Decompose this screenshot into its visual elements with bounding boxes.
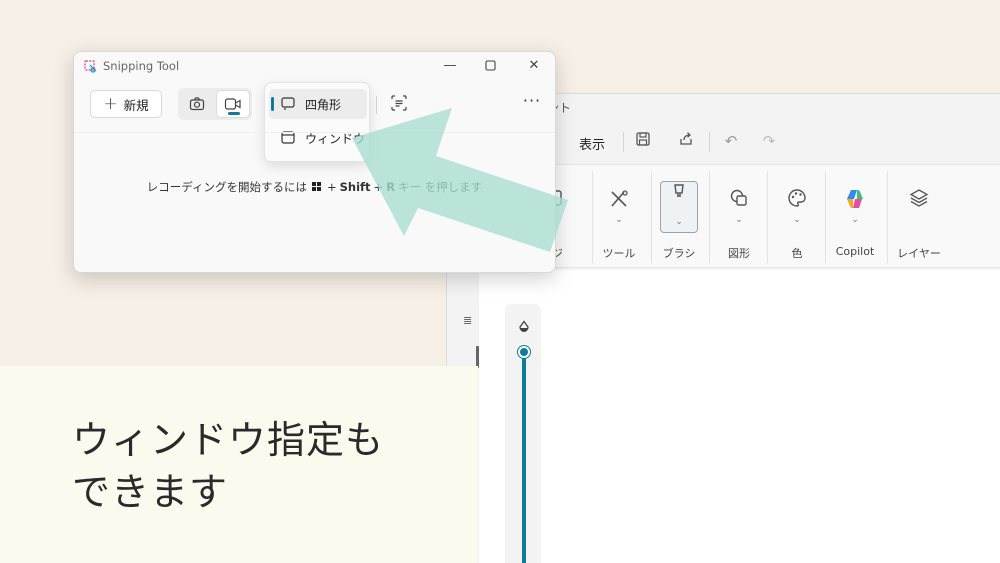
brush-size-slider-track[interactable] (522, 352, 526, 563)
ribbon-separator (651, 171, 652, 263)
dropdown-item-label: 四角形 (305, 98, 342, 112)
ribbon-label-brush: ブラシ (662, 247, 696, 260)
toolbar-separator (376, 96, 377, 114)
hint-shift-key: Shift (339, 180, 371, 194)
chevron-down-icon: ⌄ (851, 215, 859, 225)
hint-suffix: キー を押します (398, 180, 483, 194)
dropdown-item-rectangle[interactable]: 四角形 (269, 89, 367, 119)
minimize-button[interactable]: — (439, 56, 461, 76)
ribbon-group-tools[interactable]: ⌄ ツール (595, 165, 643, 269)
snipping-tool-toolbar: + 新規 四角形 ウィンドウ ··· (74, 82, 555, 162)
caption-text: ウィンドウ指定も できます (72, 414, 384, 518)
redo-icon[interactable]: ↷ (759, 131, 779, 151)
caption-line-2: できます (72, 470, 229, 514)
menu-separator (709, 132, 710, 152)
layers-icon (905, 187, 933, 215)
ribbon-group-brush[interactable]: ⌄ ブラシ (655, 165, 703, 269)
video-camera-icon (224, 98, 241, 110)
rectangle-icon (281, 97, 295, 110)
window-title: Snipping Tool (103, 59, 180, 73)
ribbon-group-shapes[interactable]: ⌄ 図形 (715, 165, 763, 269)
share-icon[interactable] (676, 131, 696, 151)
caption-panel: ウィンドウ指定も できます (0, 366, 478, 563)
layers-panel-icon[interactable]: ≣ (463, 314, 472, 327)
chevron-down-icon: ⌄ (615, 215, 623, 225)
ribbon-group-color[interactable]: ⌄ 色 (773, 165, 821, 269)
ribbon-label-color: 色 (791, 247, 803, 260)
menu-separator (623, 132, 624, 152)
hint-plus-2: + (373, 180, 384, 194)
ribbon-separator (825, 171, 826, 263)
camera-icon (189, 97, 205, 111)
ribbon-label-copilot: Copilot (835, 245, 875, 258)
new-button-label: 新規 (123, 97, 149, 113)
capture-mode-toggle (178, 88, 252, 120)
new-capture-button[interactable]: + 新規 (90, 90, 162, 118)
ribbon-separator (767, 171, 768, 263)
ribbon-separator (709, 171, 710, 263)
save-icon[interactable] (633, 131, 653, 151)
brush-size-slider-thumb[interactable] (518, 346, 530, 358)
selected-indicator (271, 97, 274, 111)
chevron-down-icon: ⌄ (793, 215, 801, 225)
snipping-tool-titlebar[interactable]: Snipping Tool — ✕ (74, 52, 555, 80)
chevron-down-icon: ⌄ (735, 215, 743, 225)
caption-line-1: ウィンドウ指定も (72, 418, 385, 462)
palette-icon (783, 187, 811, 215)
snipping-tool-window: Snipping Tool — ✕ + 新規 四角形 ウィンドウ ··· レコー… (73, 51, 556, 273)
paint-canvas[interactable] (479, 270, 1000, 563)
recording-hint: レコーディングを開始するには + Shift + R キー を押します (74, 179, 555, 195)
menu-view[interactable]: 表示 (579, 134, 605, 153)
ribbon-label-layers: レイヤー (897, 247, 941, 260)
plus-icon: + (103, 93, 118, 114)
undo-icon[interactable]: ↶ (721, 131, 741, 151)
ribbon-group-layers[interactable]: レイヤー (891, 165, 947, 269)
snipping-tool-logo-icon (84, 59, 98, 73)
close-button[interactable]: ✕ (523, 56, 545, 76)
opacity-drop-icon (516, 320, 532, 336)
more-options-button[interactable]: ··· (520, 92, 544, 114)
copilot-icon (841, 187, 869, 215)
ribbon-label-shapes: 図形 (728, 247, 750, 260)
maximize-button[interactable] (479, 56, 501, 76)
hint-prefix: レコーディングを開始するには (146, 180, 307, 194)
tools-icon (605, 187, 633, 215)
hint-r-key: R (386, 180, 396, 194)
brush-icon (665, 183, 693, 211)
windows-key-icon (311, 182, 322, 192)
hint-plus-1: + (326, 180, 337, 194)
brush-size-panel (505, 304, 541, 563)
ribbon-separator (592, 171, 593, 263)
screenshot-mode-button[interactable] (180, 90, 214, 118)
snipping-tool-body: レコーディングを開始するには + Shift + R キー を押します (74, 132, 555, 272)
text-action-icon[interactable] (390, 94, 408, 112)
ribbon-separator (887, 171, 888, 263)
ribbon-group-copilot[interactable]: ⌄ Copilot (829, 165, 881, 269)
chevron-down-icon: ⌄ (675, 217, 683, 227)
shapes-icon (725, 187, 753, 215)
ribbon-label-tools: ツール (602, 247, 636, 260)
active-mode-indicator (228, 112, 240, 115)
video-mode-button[interactable] (216, 90, 250, 118)
